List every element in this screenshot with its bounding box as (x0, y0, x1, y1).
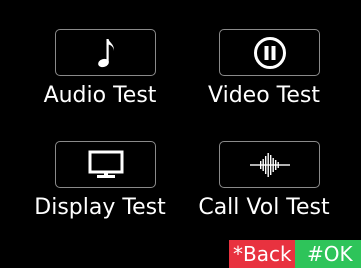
pause-circle-icon (253, 36, 286, 69)
video-test-item[interactable]: Video Test (189, 29, 339, 119)
music-note-icon (97, 38, 114, 67)
display-test-item[interactable]: Display Test (25, 141, 175, 231)
back-softkey[interactable]: *Back (229, 240, 295, 268)
softkey-bar: *Back #OK (229, 240, 361, 268)
audio-test-icon-box[interactable] (55, 29, 156, 76)
call-vol-test-icon-box[interactable] (219, 141, 320, 188)
display-test-label: Display Test (34, 195, 166, 220)
waveform-icon (249, 152, 290, 177)
call-vol-test-label: Call Vol Test (198, 195, 330, 220)
video-test-icon-box[interactable] (219, 29, 320, 76)
audio-test-item[interactable]: Audio Test (25, 29, 175, 119)
monitor-icon (88, 150, 123, 178)
call-vol-test-item[interactable]: Call Vol Test (189, 141, 339, 231)
video-test-label: Video Test (208, 83, 320, 108)
display-test-icon-box[interactable] (55, 141, 156, 188)
ok-softkey[interactable]: #OK (295, 240, 361, 268)
audio-test-label: Audio Test (43, 83, 157, 108)
